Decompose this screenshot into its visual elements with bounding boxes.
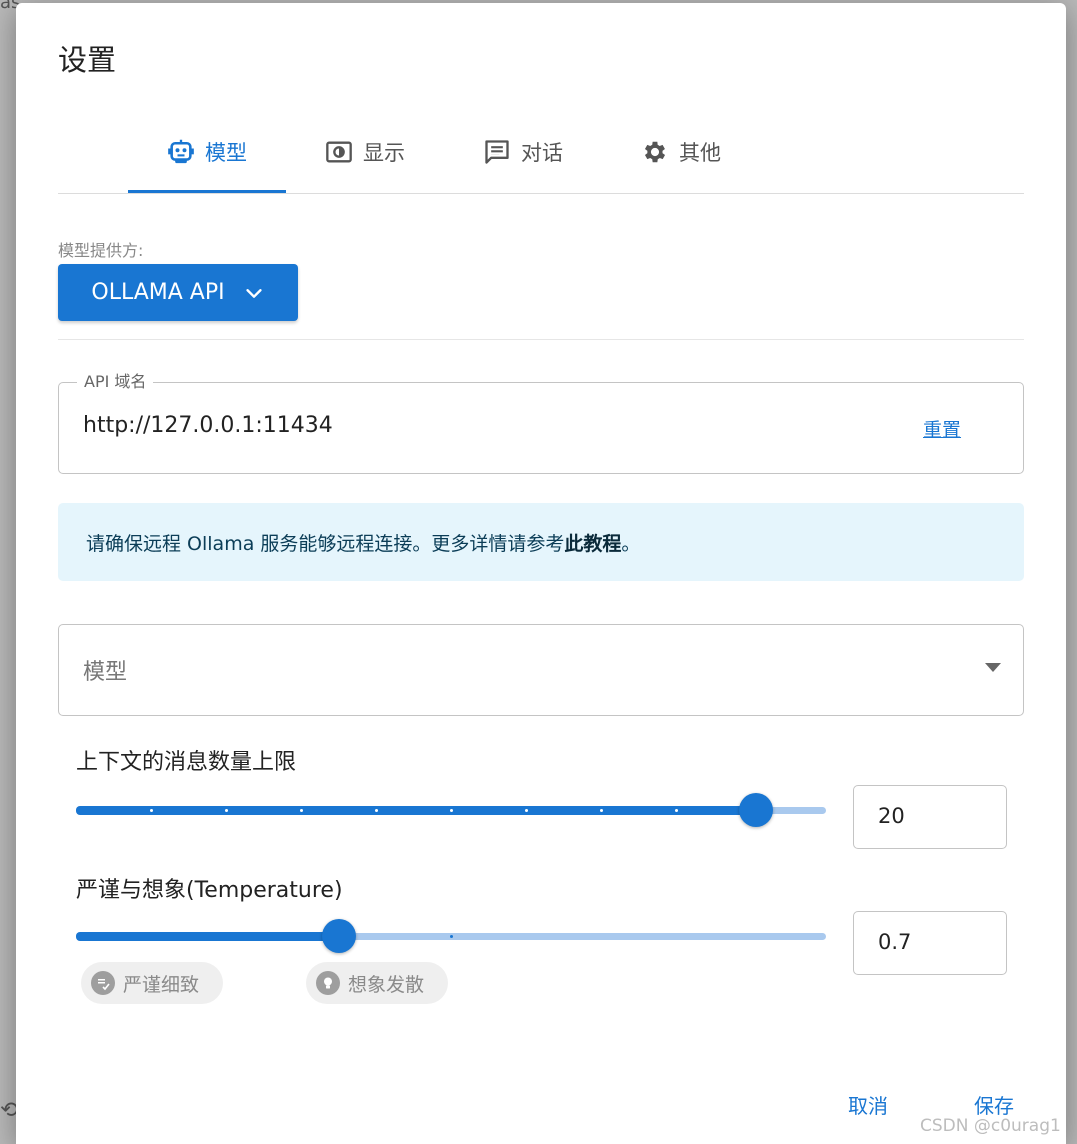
settings-tabs: 模型 显示 对话 其他	[58, 113, 1024, 194]
slider-mark	[524, 809, 528, 812]
chip-imagine[interactable]: 想象发散	[306, 962, 449, 1004]
settings-dialog: 设置 模型 显示 对话 其他 模型提供方: OLLAMA API API 域名 …	[16, 3, 1066, 1144]
save-button[interactable]: 保存	[974, 1090, 1014, 1119]
api-host-label: API 域名	[77, 368, 154, 392]
temperature-value: 0.7	[878, 930, 912, 954]
model-select[interactable]: 模型	[58, 624, 1024, 716]
slider-mark	[149, 809, 153, 812]
model-select-placeholder: 模型	[83, 660, 128, 685]
cancel-button[interactable]: 取消	[848, 1090, 888, 1119]
context-limit-slider[interactable]	[76, 791, 826, 831]
slider-mark	[224, 809, 228, 812]
dialog-title: 设置	[58, 43, 117, 77]
temperature-input[interactable]: 0.7	[853, 911, 1007, 975]
tab-other[interactable]: 其他	[602, 113, 760, 191]
api-host-input[interactable]: http://127.0.0.1:11434	[83, 413, 333, 438]
slider-thumb[interactable]	[321, 919, 356, 953]
info-alert: 请确保远程 Ollama 服务能够远程连接。更多详情请参考此教程。	[58, 503, 1024, 581]
provider-value: OLLAMA API	[91, 280, 225, 305]
robot-icon	[168, 139, 194, 164]
slider-track	[76, 806, 757, 815]
tab-label: 显示	[363, 141, 405, 165]
section-divider	[58, 339, 1024, 340]
display-icon	[326, 141, 352, 163]
chip-strict[interactable]: 严谨细致	[81, 962, 224, 1004]
context-limit-value: 20	[878, 804, 905, 828]
slider-mark	[449, 935, 453, 938]
api-host-field[interactable]: API 域名 http://127.0.0.1:11434 重置	[58, 368, 1024, 474]
tab-label: 对话	[521, 141, 563, 165]
info-message: 请确保远程 Ollama 服务能够远程连接。更多详情请参考	[86, 533, 565, 555]
context-limit-label: 上下文的消息数量上限	[76, 750, 297, 775]
tab-display[interactable]: 显示	[286, 113, 444, 191]
slider-mark	[374, 809, 378, 812]
slider-mark	[599, 809, 603, 812]
background-icon: ⟲	[0, 1098, 19, 1123]
tab-label: 模型	[205, 141, 247, 165]
slider-mark	[449, 809, 453, 812]
dropdown-arrow-icon	[985, 663, 1001, 672]
reset-link[interactable]: 重置	[923, 415, 961, 442]
slider-mark	[299, 809, 303, 812]
chevron-down-icon	[246, 288, 262, 298]
provider-dropdown-button[interactable]: OLLAMA API	[58, 264, 298, 321]
tab-model[interactable]: 模型	[128, 113, 286, 193]
chip-imagine-label: 想象发散	[348, 973, 425, 996]
gear-icon	[644, 141, 666, 163]
provider-label: 模型提供方:	[58, 241, 144, 260]
temperature-label: 严谨与想象(Temperature)	[76, 878, 343, 903]
checklist-icon	[91, 971, 115, 995]
tutorial-link[interactable]: 此教程	[564, 533, 621, 555]
chat-icon	[485, 140, 509, 164]
slider-track	[76, 932, 339, 941]
chip-strict-label: 严谨细致	[123, 973, 200, 996]
watermark: CSDN @c0urag1	[920, 1116, 1061, 1136]
slider-mark	[674, 809, 678, 812]
tab-chat[interactable]: 对话	[444, 113, 602, 191]
context-limit-input[interactable]: 20	[853, 785, 1007, 849]
temperature-slider[interactable]	[76, 917, 826, 957]
slider-thumb[interactable]	[739, 793, 774, 827]
lightbulb-icon	[316, 971, 340, 995]
info-suffix: 。	[621, 533, 641, 555]
tab-label: 其他	[679, 141, 721, 165]
info-text: 请确保远程 Ollama 服务能够远程连接。更多详情请参考此教程。	[86, 529, 640, 556]
